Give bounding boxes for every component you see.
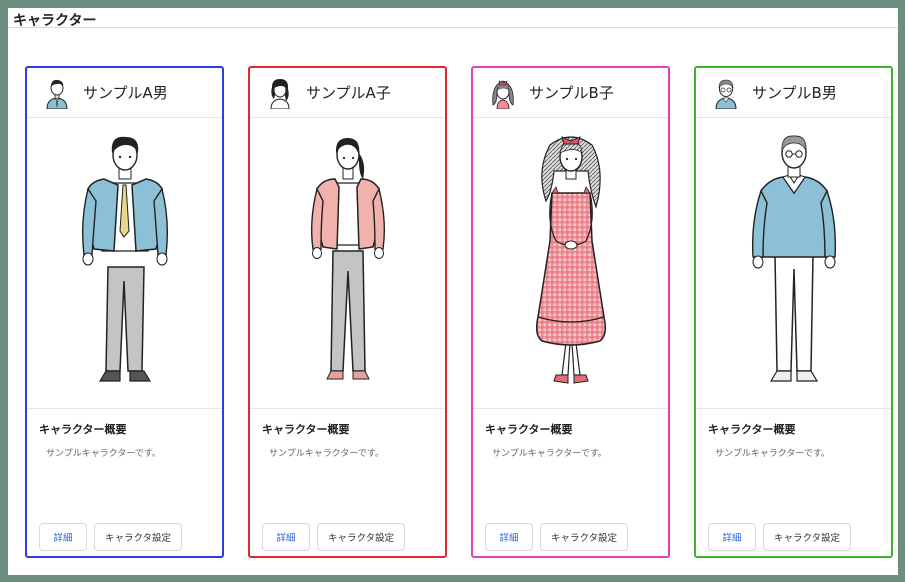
character-settings-button[interactable]: キャラクタ設定 [94,523,182,551]
character-illustration-area [696,118,891,409]
card-header: サンプルA男 [27,68,222,118]
older-man-avatar-icon [715,79,737,109]
summary-title: キャラクター概要 [485,423,573,436]
detail-button[interactable]: 詳細 [485,523,533,551]
character-card-b-girl: サンプルB子 キャラクター概要 サンプルキャラクターです。 詳細 キャラクタ設定 [471,66,670,558]
girl-gingham-dress-illustration [535,136,606,384]
card-header: サンプルB男 [696,68,891,118]
girl-avatar-icon [492,79,514,109]
young-man-avatar-icon [46,79,68,109]
card-header: サンプルB子 [473,68,668,118]
summary-title: キャラクター概要 [708,423,796,436]
title-divider [8,27,898,28]
summary-title: キャラクター概要 [39,423,127,436]
card-actions: 詳細 キャラクタ設定 [708,523,851,551]
summary-title: キャラクター概要 [262,423,350,436]
character-illustration-area [473,118,668,409]
character-illustration-area [250,118,445,409]
summary-text: サンプルキャラクターです。 [492,449,607,459]
card-name: サンプルB男 [752,84,837,102]
woman-pink-jacket-illustration [310,137,385,380]
detail-button[interactable]: 詳細 [262,523,310,551]
character-settings-button[interactable]: キャラクタ設定 [317,523,405,551]
man-blue-jacket-illustration [81,136,168,382]
detail-button[interactable]: 詳細 [708,523,756,551]
card-actions: 詳細 キャラクタ設定 [39,523,182,551]
character-page: キャラクター サンプルA男 キャラクター概要 サンプルキャラクターです。 詳細 … [8,8,898,575]
card-name: サンプルB子 [529,84,614,102]
character-card-b-man: サンプルB男 キャラクター概要 サンプルキャラクターです。 詳細 キャラクタ設定 [694,66,893,558]
detail-button[interactable]: 詳細 [39,523,87,551]
card-actions: 詳細 キャラクタ設定 [262,523,405,551]
card-actions: 詳細 キャラクタ設定 [485,523,628,551]
summary-text: サンプルキャラクターです。 [46,449,161,459]
character-illustration-area [27,118,222,409]
older-man-sweater-illustration [751,135,836,382]
summary-text: サンプルキャラクターです。 [715,449,830,459]
card-name: サンプルA子 [306,84,391,102]
character-card-a-man: サンプルA男 キャラクター概要 サンプルキャラクターです。 詳細 キャラクタ設定 [25,66,224,558]
card-header: サンプルA子 [250,68,445,118]
character-card-a-woman: サンプルA子 キャラクター概要 サンプルキャラクターです。 詳細 キャラクタ設定 [248,66,447,558]
character-settings-button[interactable]: キャラクタ設定 [540,523,628,551]
summary-text: サンプルキャラクターです。 [269,449,384,459]
character-settings-button[interactable]: キャラクタ設定 [763,523,851,551]
card-name: サンプルA男 [83,84,168,102]
young-woman-avatar-icon [270,78,290,109]
